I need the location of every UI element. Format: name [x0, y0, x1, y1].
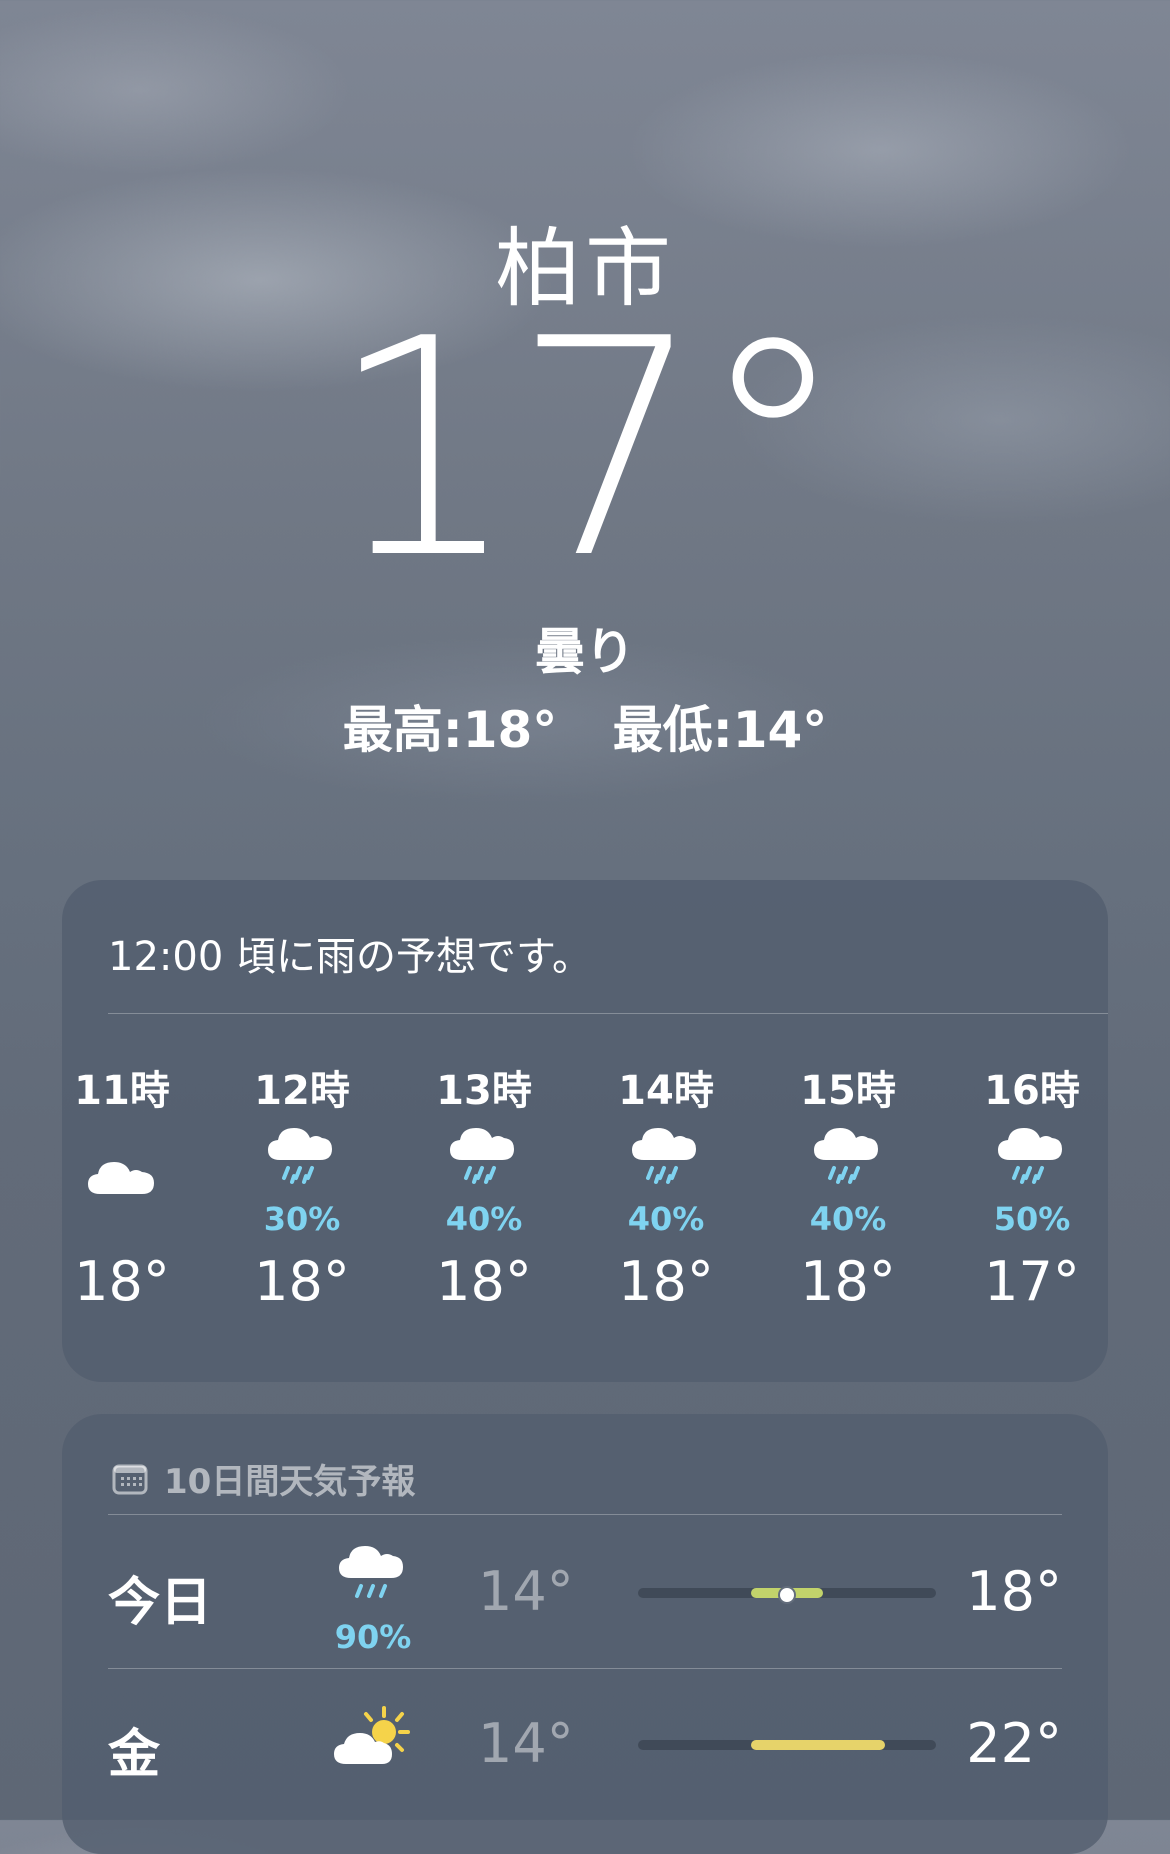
cloud-rain-icon [957, 1112, 1107, 1208]
temp-range-bar [638, 1586, 936, 1604]
precip-chance: 90% [334, 1618, 412, 1656]
low-temp: 最低:14° [612, 701, 828, 759]
hourly-summary: 12:00 頃に雨の予想です。 [108, 934, 592, 980]
sun-cloud-icon [318, 1688, 428, 1798]
hourly-item: 14時 40% 18° [591, 1058, 741, 1313]
calendar-icon [112, 1464, 148, 1494]
cloud-rain-icon [227, 1112, 377, 1208]
current-temp-marker [778, 1586, 796, 1604]
temp-range-bar [638, 1740, 936, 1750]
cloud-rain-icon [591, 1112, 741, 1208]
cloud-rain-icon [773, 1112, 923, 1208]
daily-row-today[interactable]: 今日 90% 14° 18° [108, 1518, 1062, 1668]
daily-title: 10日間天気予報 [164, 1462, 416, 1502]
day-label: 今日 [108, 1573, 213, 1633]
hour-label: 15時 [800, 1068, 896, 1114]
hour-label: 11時 [74, 1068, 170, 1114]
divider [108, 1668, 1062, 1669]
hour-temp: 18° [618, 1250, 714, 1313]
divider [108, 1013, 1108, 1014]
hour-temp: 18° [74, 1250, 170, 1313]
high-temp: 22° [966, 1712, 1062, 1775]
hourly-item: 12時 30% 18° [227, 1058, 377, 1313]
hourly-item: 15時 40% 18° [773, 1058, 923, 1313]
hourly-item: 11時 18° [47, 1058, 197, 1313]
hour-temp: 18° [254, 1250, 350, 1313]
hourly-item: 16時 50% 17° [957, 1058, 1107, 1313]
temp-range-fill [751, 1740, 886, 1750]
hourly-list[interactable]: 11時 18° 12時 30% 18° 13時 40% 18° 14時 40% 18° 15時 40% 1… [62, 1058, 1108, 1358]
high-temp: 最高:18° [342, 701, 558, 759]
low-temp: 14° [478, 1560, 574, 1623]
high-temp: 18° [966, 1560, 1062, 1623]
hour-temp: 18° [800, 1250, 896, 1313]
hourly-item: 13時 40% 18° [409, 1058, 559, 1313]
day-label: 金 [108, 1725, 161, 1785]
daily-row-fri[interactable]: 金 14° 22° [108, 1670, 1062, 1820]
high-low: 最高:18° 最低:14° [0, 690, 1170, 762]
current-temperature: 17° [328, 275, 848, 624]
hour-label: 13時 [436, 1068, 532, 1114]
cloud-rain-icon [409, 1112, 559, 1208]
hour-temp: 17° [984, 1250, 1080, 1313]
hour-temp: 18° [436, 1250, 532, 1313]
hour-label: 16時 [984, 1068, 1080, 1114]
hour-label: 14時 [618, 1068, 714, 1114]
low-temp: 14° [478, 1712, 574, 1775]
daily-forecast-card[interactable]: 10日間天気予報 今日 90% 14° 18° 金 14° 22° [62, 1414, 1108, 1854]
daily-header: 10日間天気予報 [112, 1454, 415, 1503]
condition-text: 曇り [535, 623, 635, 681]
divider [108, 1514, 1062, 1515]
hour-label: 12時 [254, 1068, 350, 1114]
cloud-icon [47, 1112, 197, 1208]
hourly-forecast-card[interactable]: 12:00 頃に雨の予想です。 11時 18° 12時 30% 18° 13時 40% 18°… [62, 880, 1108, 1382]
